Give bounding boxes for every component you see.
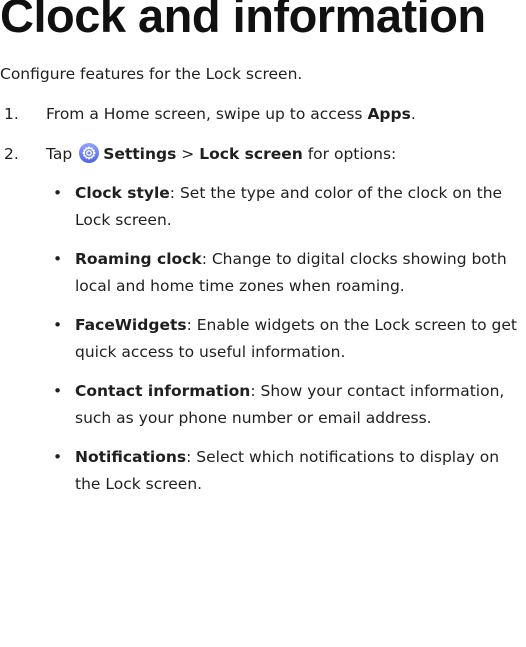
intro-text: Configure features for the Lock screen. — [0, 65, 303, 83]
lock-screen-label: Lock screen — [199, 145, 303, 163]
bullet-dot: • — [53, 316, 63, 334]
option-term: FaceWidgets — [75, 316, 187, 334]
bullet-dot: • — [53, 448, 63, 466]
option-term: Roaming clock — [75, 250, 202, 268]
option-term: Contact information — [75, 382, 251, 400]
bullet-dot: • — [53, 250, 63, 268]
step-number: 2. — [4, 145, 19, 163]
document-page: Clock and information Configure features… — [0, 0, 526, 647]
tap-text: Tap — [46, 145, 73, 163]
apps-label: Apps — [367, 105, 411, 123]
step-1: 1. From a Home screen, swipe up to access… — [0, 101, 416, 127]
bullet-dot: • — [53, 382, 63, 400]
list-item: • Clock style: Set the type and color of … — [47, 180, 517, 234]
step-text: From a Home screen, swipe up to access — [46, 105, 368, 123]
list-item: • Contact information: Show your contact … — [47, 378, 517, 432]
list-item: • Roaming clock: Change to digital clocks… — [47, 246, 517, 300]
page-title: Clock and information — [0, 0, 486, 42]
step-number: 1. — [4, 105, 19, 123]
option-term: Clock style — [75, 184, 170, 202]
step-suffix: for options: — [307, 145, 397, 163]
settings-label: Settings — [103, 145, 177, 163]
step-2: 2. Tap Settings > Lock screen for options… — [0, 141, 396, 167]
list-item: • FaceWidgets: Enable widgets on the Lock… — [47, 312, 517, 366]
options-list: • Clock style: Set the type and color of … — [47, 180, 517, 510]
settings-gear-icon — [79, 143, 100, 163]
list-item: • Notifications: Select which notificatio… — [47, 444, 517, 498]
bullet-dot: • — [53, 184, 63, 202]
step-suffix: . — [410, 105, 416, 123]
breadcrumb-separator: > — [181, 145, 195, 163]
option-term: Notifications — [75, 448, 187, 466]
